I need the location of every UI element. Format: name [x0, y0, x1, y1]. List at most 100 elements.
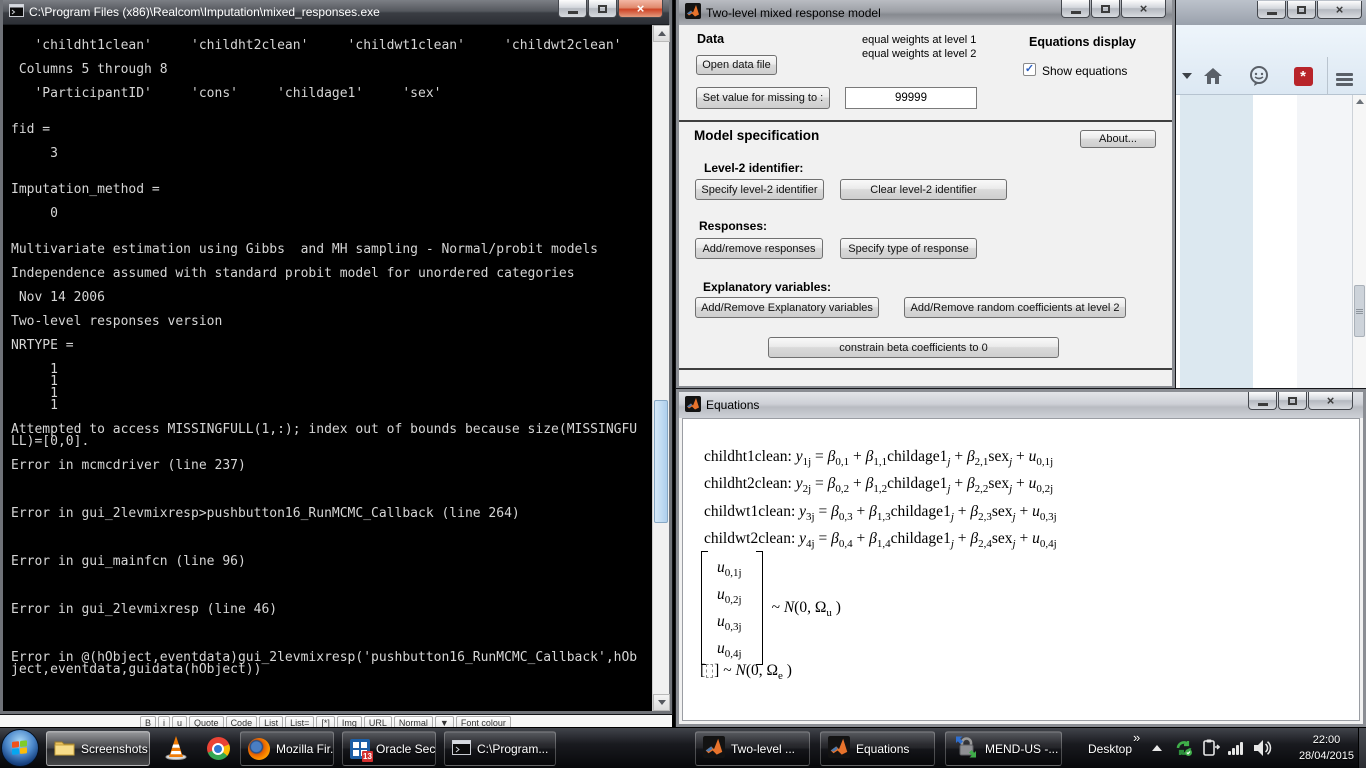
- taskbar-item-vlc[interactable]: [157, 731, 195, 766]
- explanatory-label: Explanatory variables:: [703, 280, 831, 294]
- taskbar-item-two-level[interactable]: Two-level ...: [695, 731, 810, 766]
- equations-titlebar[interactable]: Equations ×: [679, 392, 1363, 418]
- taskbar-item-equations[interactable]: Equations: [820, 731, 935, 766]
- equations-canvas: childht1clean: y1j = β0,1 + β1,1childage…: [682, 418, 1360, 721]
- clear-level2-button[interactable]: Clear level-2 identifier: [840, 179, 1007, 200]
- show-equations-checkbox[interactable]: ✓: [1023, 63, 1036, 76]
- console-icon: [452, 738, 471, 760]
- chat-icon[interactable]: [1248, 65, 1270, 87]
- open-data-file-button[interactable]: Open data file: [696, 55, 777, 75]
- firefox-toolbar: *: [1168, 25, 1366, 95]
- console-icon: [9, 3, 24, 21]
- equations-display-heading: Equations display: [1029, 35, 1136, 49]
- network-signal-icon[interactable]: [1228, 742, 1243, 755]
- model-titlebar[interactable]: Two-level mixed response model ×: [679, 0, 1172, 25]
- scroll-down-icon[interactable]: [653, 694, 670, 711]
- model-window-title: Two-level mixed response model: [706, 6, 881, 20]
- volume-icon[interactable]: [1252, 739, 1272, 762]
- console-scrollbar[interactable]: [652, 25, 669, 711]
- equation: childwt1clean: y3j = β0,3 + β1,3childage…: [704, 498, 1057, 525]
- menu-icon[interactable]: [1336, 65, 1358, 87]
- specify-level2-button[interactable]: Specify level-2 identifier: [695, 179, 824, 200]
- minimize-icon[interactable]: [558, 0, 587, 18]
- equation: childwt2clean: y4j = β0,4 + β1,4childage…: [704, 525, 1057, 552]
- format-button[interactable]: u: [172, 716, 187, 727]
- divider: [679, 368, 1172, 370]
- desktop-toolbar[interactable]: Desktop: [1088, 742, 1132, 756]
- specify-type-button[interactable]: Specify type of response: [840, 238, 977, 259]
- format-button[interactable]: Code: [226, 716, 258, 727]
- console-titlebar[interactable]: C:\Program Files (x86)\Realcom\Imputatio…: [3, 0, 669, 25]
- format-button[interactable]: [*]: [316, 716, 335, 727]
- maximize-icon[interactable]: [1091, 0, 1120, 18]
- taskbar-item-mend-us[interactable]: MEND-US -...: [945, 731, 1062, 766]
- lastpass-icon[interactable]: *: [1292, 65, 1314, 87]
- taskbar-item-screenshots[interactable]: Screenshots: [46, 731, 150, 766]
- missing-value-input[interactable]: 99999: [845, 87, 977, 109]
- notification-badge: 13: [362, 751, 373, 762]
- firefox-titlebar[interactable]: ×: [1168, 0, 1366, 25]
- taskbar-item-console[interactable]: C:\Program...: [444, 731, 556, 766]
- u-term: u0,3j: [717, 608, 742, 635]
- format-button[interactable]: Quote: [189, 716, 224, 727]
- dropdown-caret-icon[interactable]: [1176, 65, 1198, 87]
- close-icon[interactable]: ×: [1308, 392, 1353, 410]
- close-icon[interactable]: ×: [618, 0, 663, 18]
- format-button[interactable]: i: [158, 716, 170, 727]
- equation: childht2clean: y2j = β0,2 + β1,2childage…: [704, 470, 1057, 497]
- constrain-beta-button[interactable]: constrain beta coefficients to 0: [768, 337, 1059, 358]
- add-remove-random-button[interactable]: Add/Remove random coefficients at level …: [904, 297, 1126, 318]
- format-button[interactable]: Img: [337, 716, 362, 727]
- minimize-icon[interactable]: [1248, 392, 1277, 410]
- close-icon[interactable]: ×: [1121, 0, 1166, 18]
- format-buttons: BiuQuoteCodeListList=[*]ImgURLNormal▼Fon…: [140, 713, 513, 727]
- device-tray-icon[interactable]: [1202, 739, 1220, 763]
- format-button[interactable]: Font colour: [456, 716, 511, 727]
- show-desktop-button[interactable]: [1358, 728, 1366, 768]
- format-button[interactable]: Normal: [394, 716, 433, 727]
- u-term: u0,1j: [717, 554, 742, 581]
- format-button[interactable]: URL: [364, 716, 392, 727]
- taskbar-item-firefox[interactable]: Mozilla Fir...: [240, 731, 334, 766]
- chrome-icon: [207, 737, 230, 760]
- sync-tray-icon[interactable]: [1174, 738, 1194, 763]
- minimize-icon[interactable]: [1061, 0, 1090, 18]
- scrollbar-thumb[interactable]: [654, 400, 668, 523]
- format-button[interactable]: ▼: [435, 716, 454, 727]
- home-icon[interactable]: [1202, 65, 1224, 87]
- show-equations-label[interactable]: Show equations: [1042, 64, 1127, 78]
- set-missing-button[interactable]: Set value for missing to :: [696, 87, 830, 109]
- minimize-icon[interactable]: [1257, 1, 1286, 19]
- close-icon[interactable]: ×: [1317, 1, 1362, 19]
- about-button[interactable]: About...: [1080, 130, 1156, 148]
- add-remove-explanatory-button[interactable]: Add/Remove Explanatory variables: [695, 297, 879, 318]
- format-button[interactable]: B: [140, 716, 156, 727]
- equation: childht1clean: y1j = β0,1 + β1,1childage…: [704, 443, 1057, 470]
- restore-icon[interactable]: [588, 0, 617, 18]
- bracket-left: [701, 551, 708, 665]
- taskbar-item-chrome[interactable]: [199, 731, 237, 766]
- tray-clock[interactable]: 22:00 28/04/2015: [1299, 732, 1354, 764]
- scrollbar-thumb[interactable]: [1354, 285, 1365, 337]
- matlab-icon: [828, 736, 850, 761]
- matlab-icon: [685, 396, 701, 415]
- chevron-icon[interactable]: »: [1133, 730, 1140, 745]
- format-button[interactable]: List=: [285, 716, 314, 727]
- taskbar: Screenshots Mozilla Fir...: [0, 727, 1366, 768]
- console-output: 'childht1clean' 'childht2clean' 'childwt…: [3, 25, 652, 676]
- hidden-icons-button[interactable]: [1152, 745, 1162, 751]
- restore-icon[interactable]: [1287, 1, 1316, 19]
- start-button[interactable]: [1, 729, 39, 767]
- data-section-heading: Data: [697, 32, 724, 46]
- u-vector: u0,1ju0,2ju0,3ju0,4j ~ N(0, Ωu ): [701, 551, 841, 665]
- taskbar-item-oracle[interactable]: 13 Oracle Sec...: [342, 731, 436, 766]
- format-button[interactable]: List: [259, 716, 283, 727]
- console-window: C:\Program Files (x86)\Realcom\Imputatio…: [0, 0, 672, 714]
- scroll-up-icon[interactable]: [653, 25, 670, 42]
- windows-logo-icon: [12, 740, 28, 756]
- add-remove-responses-button[interactable]: Add/remove responses: [695, 238, 823, 259]
- maximize-icon[interactable]: [1278, 392, 1307, 410]
- firefox-icon: [248, 738, 270, 760]
- console-output-area: 'childht1clean' 'childht2clean' 'childwt…: [3, 25, 652, 711]
- matlab-icon: [685, 3, 701, 22]
